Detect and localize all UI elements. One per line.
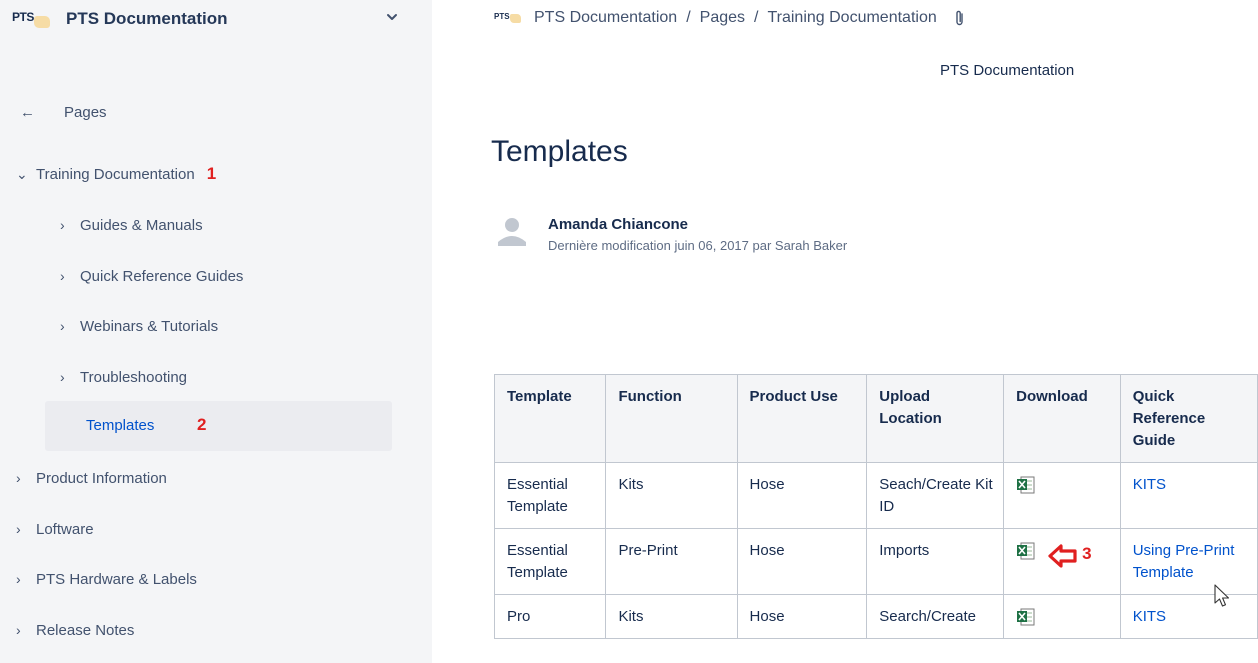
cell-function: Pre-Print <box>605 528 738 595</box>
cell-guide: Using Pre-Print Template <box>1119 528 1258 595</box>
column-header: Function <box>605 374 738 463</box>
cell-product-use: Hose <box>736 462 868 529</box>
last-modified: Dernière modification juin 06, 2017 par … <box>548 238 848 253</box>
table-header-row: Template Function Product Use Upload Loc… <box>493 374 1258 463</box>
annotation-marker: 3 <box>1082 544 1092 563</box>
sidebar-item-training-documentation[interactable]: ⌄ Training Documentation 1 <box>16 162 216 186</box>
chevron-right-icon[interactable]: › <box>60 318 80 334</box>
breadcrumb-link-training-documentation[interactable]: Training Documentation <box>767 9 936 27</box>
sidebar-item-label: Release Notes <box>36 621 135 639</box>
chevron-down-icon[interactable]: ⌄ <box>16 166 36 183</box>
chevron-right-icon[interactable]: › <box>16 521 36 537</box>
chevron-right-icon[interactable]: › <box>60 268 80 284</box>
chevron-right-icon[interactable]: › <box>16 571 36 587</box>
author-name[interactable]: Amanda Chiancone <box>548 216 688 233</box>
breadcrumb-link-pages[interactable]: Pages <box>700 9 745 27</box>
breadcrumb-separator: / <box>754 9 759 26</box>
sidebar-item-webinars-tutorials[interactable]: › Webinars & Tutorials <box>60 314 218 338</box>
chevron-down-icon[interactable] <box>385 10 399 24</box>
chevron-right-icon[interactable]: › <box>60 369 80 385</box>
cell-product-use: Hose <box>736 528 868 595</box>
breadcrumb-link-space[interactable]: PTS Documentation <box>534 9 677 27</box>
sidebar-item-label: Webinars & Tutorials <box>80 317 219 335</box>
chevron-right-icon[interactable]: › <box>16 622 36 638</box>
cell-guide: KITS <box>1119 594 1258 639</box>
sidebar: PTS PTS Documentation ← Pages ⌄ Training… <box>0 0 432 663</box>
breadcrumb: PTS PTS Documentation / Pages / Training… <box>494 7 967 29</box>
excel-file-icon[interactable] <box>1016 476 1035 494</box>
chevron-right-icon[interactable]: › <box>60 217 80 233</box>
cell-download <box>1003 594 1121 639</box>
sidebar-item-label: Templates <box>86 417 155 434</box>
sidebar-item-label: Troubleshooting <box>80 368 188 386</box>
arrow-left-icon: ← <box>20 103 35 121</box>
guide-link[interactable]: Using Pre-Print Template <box>1133 542 1235 581</box>
sidebar-item-quick-reference-guides[interactable]: › Quick Reference Guides <box>60 264 243 288</box>
column-header: Product Use <box>736 374 868 463</box>
excel-file-icon[interactable] <box>1016 608 1035 626</box>
cell-upload-location: Search/Create <box>866 594 1005 639</box>
cell-product-use: Hose <box>736 594 868 639</box>
annotation-marker: 2 <box>197 415 207 434</box>
sidebar-item-product-information[interactable]: › Product Information <box>16 466 167 490</box>
space-title: PTS Documentation <box>940 62 1075 79</box>
cell-download <box>1003 462 1121 529</box>
cell-guide: KITS <box>1119 462 1258 529</box>
cell-function: Kits <box>605 462 738 529</box>
mouse-cursor-icon <box>1214 584 1230 607</box>
space-name[interactable]: PTS Documentation <box>66 9 228 29</box>
sidebar-item-troubleshooting[interactable]: › Troubleshooting <box>60 365 187 389</box>
guide-link[interactable]: KITS <box>1133 608 1166 625</box>
cell-upload-location: Imports <box>866 528 1005 595</box>
column-header: Quick Reference Guide <box>1119 374 1258 463</box>
back-label: Pages <box>64 103 107 121</box>
space-header[interactable]: PTS PTS Documentation <box>0 0 432 40</box>
cell-upload-location: Seach/Create Kit ID <box>866 462 1005 529</box>
cell-download: 3 <box>1003 528 1121 595</box>
table-row: Essential Template Pre-Print Hose Import… <box>493 528 1258 595</box>
user-avatar-icon[interactable] <box>498 216 526 246</box>
sidebar-item-release-notes[interactable]: › Release Notes <box>16 618 134 642</box>
sidebar-item-pts-hardware-labels[interactable]: › PTS Hardware & Labels <box>16 567 197 591</box>
red-arrow-left-icon <box>1048 544 1077 568</box>
space-logo: PTS <box>12 10 50 30</box>
sidebar-item-label: Training Documentation <box>36 165 195 183</box>
sidebar-item-label: PTS Hardware & Labels <box>36 570 197 588</box>
column-header: Download <box>1003 374 1121 463</box>
sidebar-item-loftware[interactable]: › Loftware <box>16 517 94 541</box>
table-row: Essential Template Kits Hose Seach/Creat… <box>493 462 1258 529</box>
table-row: Pro Kits Hose Search/Create KITS <box>493 594 1258 639</box>
sidebar-item-label: Product Information <box>36 469 167 487</box>
templates-table: Template Function Product Use Upload Loc… <box>493 374 1258 639</box>
sidebar-item-label: Loftware <box>36 520 94 538</box>
sidebar-item-label: Quick Reference Guides <box>80 267 244 285</box>
chevron-right-icon[interactable]: › <box>16 470 36 486</box>
excel-file-icon[interactable] <box>1016 542 1035 560</box>
page-title: Templates <box>491 135 628 168</box>
column-header: Template <box>493 374 607 463</box>
paperclip-icon[interactable] <box>953 9 967 27</box>
sidebar-item-label: Guides & Manuals <box>80 216 203 234</box>
column-header: Upload Location <box>866 374 1005 463</box>
main-content: PTS PTS Documentation / Pages / Training… <box>432 0 1258 663</box>
guide-link[interactable]: KITS <box>1133 476 1166 493</box>
breadcrumb-separator: / <box>686 9 691 26</box>
annotation-marker: 1 <box>206 164 217 183</box>
cell-template: Pro <box>493 594 607 639</box>
sidebar-item-templates[interactable]: Templates 2 <box>45 401 392 451</box>
sidebar-item-guides-manuals[interactable]: › Guides & Manuals <box>60 213 203 237</box>
cell-template: Essential Template <box>493 528 607 595</box>
cell-template: Essential Template <box>493 462 607 529</box>
cell-function: Kits <box>605 594 738 639</box>
space-logo[interactable]: PTS <box>494 11 524 25</box>
back-to-pages[interactable]: ← Pages <box>20 100 107 124</box>
